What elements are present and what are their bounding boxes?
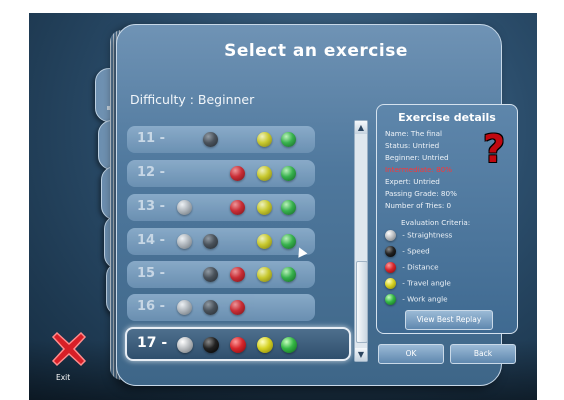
silver-legend-ball-icon [385,230,396,241]
green-legend-ball-icon [385,294,396,305]
dark-criteria-ball-icon [203,267,218,282]
scrollbar[interactable]: ▲ ▼ [354,120,368,362]
black-legend-ball-icon [385,246,396,257]
exercise-details-panel: Exercise details Name: The final Status:… [376,104,518,334]
details-tries: Number of Tries: 0 [385,201,452,210]
yellow-criteria-ball-icon [257,200,272,215]
legend-label: - Work angle [400,294,448,304]
exercise-number: 12 - [137,165,166,180]
difficulty-label: Difficulty : Beginner [130,92,255,107]
yellow-criteria-ball-icon [257,234,272,249]
exercise-number: 16 - [137,299,166,314]
dark-criteria-ball-icon [203,132,218,147]
evaluation-criteria-label: Evaluation Criteria: [401,218,471,227]
exercise-row[interactable]: 17 - [125,327,351,361]
exercise-number: 14 - [137,233,166,248]
red-criteria-ball-icon [230,166,245,181]
green-criteria-ball-icon [281,132,296,147]
legend-item: - Distance [385,262,439,273]
green-criteria-ball-icon [281,267,296,282]
exit-icon[interactable] [51,331,87,367]
legend-label: - Travel angle [400,278,451,288]
red-criteria-ball-icon [230,337,246,353]
silver-criteria-ball-icon [177,234,192,249]
legend-label: - Speed [400,246,430,256]
exit-label: Exit [56,373,71,382]
red-criteria-ball-icon [230,300,245,315]
legend-item: - Work angle [385,294,448,305]
green-criteria-ball-icon [281,200,296,215]
legend-label: - Straightness [400,230,453,240]
legend-item: - Speed [385,246,430,257]
view-best-replay-button[interactable]: View Best Replay [405,310,493,330]
exercise-number: 15 - [137,266,166,281]
back-button[interactable]: Back [450,344,516,364]
yellow-criteria-ball-icon [257,166,272,181]
red-criteria-ball-icon [230,267,245,282]
exercise-row[interactable]: 14 - [127,228,315,255]
dark-criteria-ball-icon [203,234,218,249]
details-passing-grade: Passing Grade: 80% [385,189,457,198]
exercise-number: 13 - [137,199,166,214]
details-beginner: Beginner: Untried [385,153,449,162]
scroll-thumb[interactable] [356,261,368,343]
yellow-criteria-ball-icon [257,132,272,147]
green-criteria-ball-icon [281,337,297,353]
silver-criteria-ball-icon [177,337,193,353]
black-criteria-ball-icon [203,337,219,353]
exercise-row[interactable]: 11 - [127,126,315,153]
yellow-criteria-ball-icon [257,267,272,282]
page-title: Select an exercise [224,41,408,61]
exercise-row[interactable]: 16 - [127,294,315,321]
details-name: Name: The final [385,129,443,138]
details-expert: Expert: Untried [385,177,440,186]
red-legend-ball-icon [385,262,396,273]
details-title: Exercise details [398,111,496,124]
yellow-legend-ball-icon [385,278,396,289]
details-status: Status: Untried [385,141,440,150]
green-criteria-ball-icon [281,166,296,181]
scroll-down-button[interactable]: ▼ [355,348,367,361]
dark-criteria-ball-icon [203,300,218,315]
details-intermediate: Intermediate: 80% [385,165,453,174]
yellow-criteria-ball-icon [257,337,273,353]
exercise-row[interactable]: 12 - [127,160,315,187]
scroll-up-button[interactable]: ▲ [355,121,367,134]
exercise-row[interactable]: 15 - [127,261,315,288]
legend-item: - Travel angle [385,278,451,289]
legend-item: - Straightness [385,230,452,241]
green-criteria-ball-icon [281,234,296,249]
silver-criteria-ball-icon [177,300,192,315]
silver-criteria-ball-icon [177,200,192,215]
ok-button[interactable]: OK [378,344,444,364]
exercise-row[interactable]: 13 - [127,194,315,221]
legend-label: - Distance [400,262,439,272]
question-mark-icon: ? [483,127,506,171]
exercise-number: 17 - [137,335,168,351]
red-criteria-ball-icon [230,200,245,215]
exercise-number: 11 - [137,131,166,146]
